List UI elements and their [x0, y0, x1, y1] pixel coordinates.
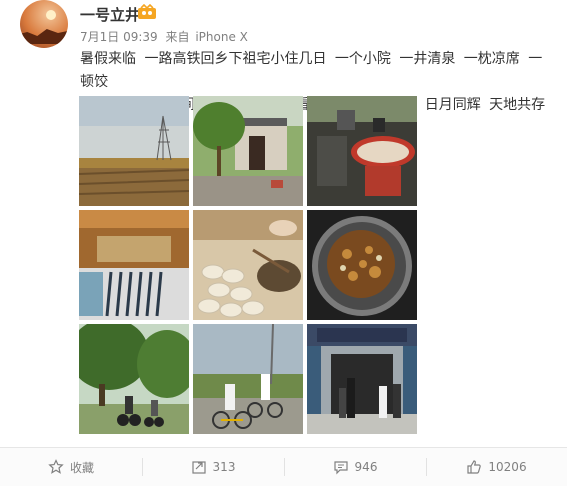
source-prefix: 来自: [165, 30, 190, 44]
weibo-post: 一号立井 7月1日 09:39 来自 iPhone X 暑假来临 一路高铁回乡下…: [0, 0, 567, 486]
photo-bikes-road[interactable]: [193, 324, 303, 434]
favorite-label: 收藏: [69, 460, 94, 475]
repost-icon: [191, 461, 206, 474]
favorite-button[interactable]: 收藏: [0, 448, 142, 486]
avatar[interactable]: [20, 0, 68, 48]
verified-badge-icon[interactable]: [137, 4, 157, 20]
action-bar: 收藏 313 946 10206: [0, 447, 567, 486]
photo-stew-wok[interactable]: [307, 210, 417, 320]
photo-bed-mat[interactable]: [79, 210, 189, 320]
photo-field-tower[interactable]: [79, 96, 189, 206]
photo-gate-people[interactable]: [307, 324, 417, 434]
photo-outdoor-stove[interactable]: [307, 96, 417, 206]
avatar-sun: [46, 10, 56, 20]
photo-courtyard[interactable]: [193, 96, 303, 206]
photo-grid: [79, 96, 418, 436]
timestamp[interactable]: 7月1日 09:39: [80, 30, 158, 44]
like-button[interactable]: 10206: [426, 448, 567, 486]
device-name: iPhone X: [195, 30, 248, 44]
comment-button[interactable]: 946: [284, 448, 426, 486]
photo-dumplings[interactable]: [193, 210, 303, 320]
content-line: 暑假来临 一路高铁回乡下祖宅小住几日 一个小院 一井清泉 一枕凉席 一顿饺: [80, 51, 543, 90]
repost-button[interactable]: 313: [142, 448, 284, 486]
thumbs-up-icon: [467, 460, 482, 474]
comment-icon: [333, 461, 348, 475]
photo-cycling-trees[interactable]: [79, 324, 189, 434]
repost-count: 313: [212, 460, 236, 474]
like-count: 10206: [488, 460, 527, 474]
username[interactable]: 一号立井: [80, 4, 140, 25]
comment-count: 946: [354, 460, 378, 474]
post-meta: 7月1日 09:39 来自 iPhone X: [80, 28, 248, 45]
star-icon: [48, 459, 64, 474]
avatar-landscape: [20, 29, 68, 44]
